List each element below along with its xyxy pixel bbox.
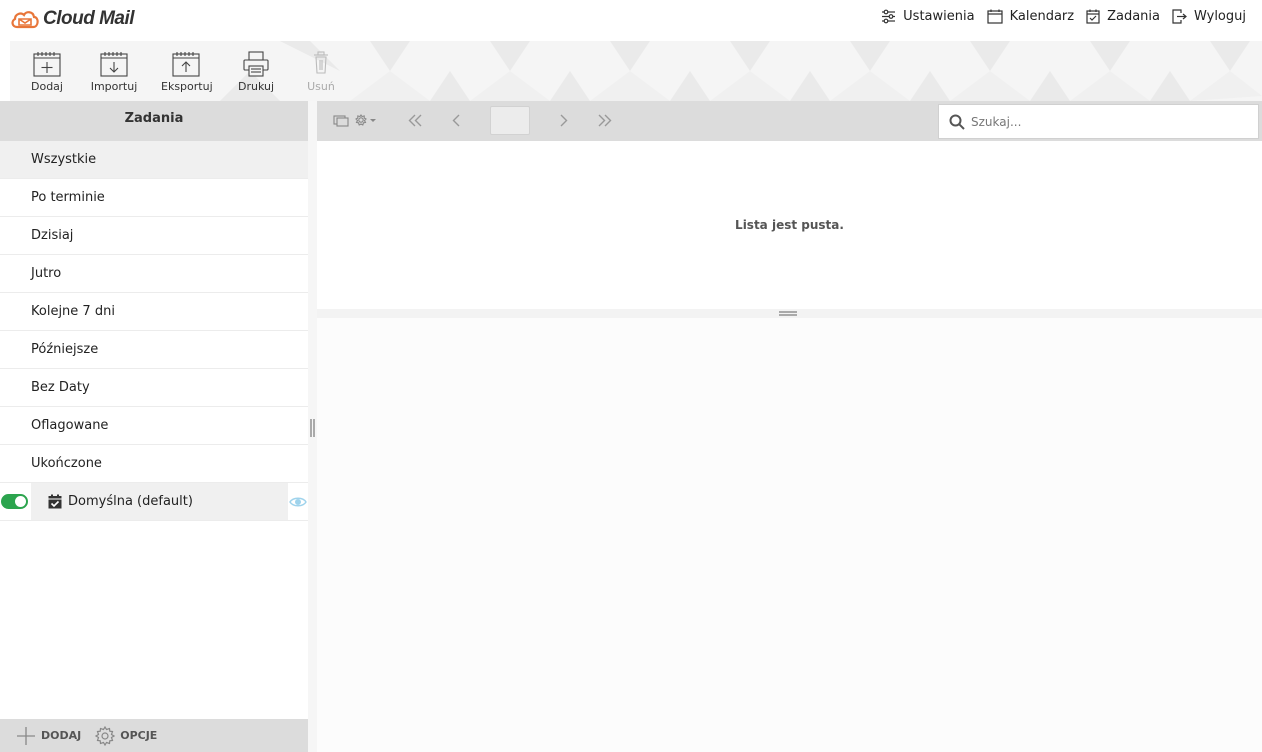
app-logo[interactable]: Cloud Mail [10,8,135,30]
add-button[interactable]: Dodaj [22,51,72,93]
folder-all[interactable]: Wszystkie [0,141,308,179]
previous-page-icon[interactable] [452,114,460,127]
sidebar-title: Zadania [0,101,308,141]
folder-no-date[interactable]: Bez Daty [0,369,308,407]
plus-icon [17,726,35,745]
task-list-toggle[interactable] [1,494,28,509]
last-page-icon[interactable] [598,114,612,127]
task-calendar-icon [1086,9,1100,24]
logo-text: Cloud Mail [43,8,135,29]
sidebar-footer: DODAJ OPCJE [0,719,308,752]
nav-logout[interactable]: Wyloguj [1172,9,1246,24]
add-list-label: DODAJ [41,729,82,742]
list-options-menu-icon[interactable] [333,113,379,127]
folder-later[interactable]: Późniejsze [0,331,308,369]
gear-icon [95,725,116,746]
vertical-splitter[interactable] [308,101,317,752]
nav-logout-label: Wyloguj [1194,9,1246,24]
printer-icon [243,51,269,77]
visibility-eye-icon[interactable] [288,483,308,520]
import-icon [100,52,128,77]
top-navigation: Ustawienia Kalendarz Zadania Wyloguj [869,9,1246,24]
nav-calendar[interactable]: Kalendarz [986,9,1075,24]
task-list-pane: Lista jest pusta. [317,141,1262,309]
page-number-input[interactable] [490,106,530,135]
options-label: OPCJE [120,729,158,742]
delete-button[interactable]: Usuń [296,51,346,93]
cloud-mail-logo-icon [11,11,39,29]
task-detail-pane [317,318,1262,752]
folder-overdue[interactable]: Po terminie [0,179,308,217]
empty-list-message: Lista jest pusta. [735,218,844,232]
search-icon [949,114,965,130]
horizontal-splitter-handle[interactable] [779,311,797,316]
trash-icon [314,51,328,74]
task-list-icon [48,494,62,509]
folder-flagged[interactable]: Oflagowane [0,407,308,445]
export-button-label: Eksportuj [161,80,213,93]
add-calendar-icon [33,52,61,77]
vertical-splitter-handle[interactable] [310,419,315,437]
options-button[interactable]: OPCJE [95,725,158,746]
nav-settings-label: Ustawienia [903,9,975,24]
main-toolbar: Dodaj Importuj Eksportuj Drukuj Usuń [10,41,1262,101]
export-button[interactable]: Eksportuj [161,51,213,93]
nav-tasks-label: Zadania [1107,9,1160,24]
task-list-row: Domyślna (default) [0,483,308,521]
add-list-button[interactable]: DODAJ [16,726,81,746]
horizontal-splitter[interactable] [317,309,1262,318]
export-icon [172,52,200,77]
delete-button-label: Usuń [307,80,335,93]
folder-next-7-days[interactable]: Kolejne 7 dni [0,293,308,331]
search-input[interactable] [971,114,1241,129]
nav-tasks[interactable]: Zadania [1086,9,1160,24]
print-button-label: Drukuj [237,80,275,93]
sliders-icon [882,9,896,24]
folder-today[interactable]: Dzisiaj [0,217,308,255]
import-button[interactable]: Importuj [89,51,139,93]
task-list-default[interactable]: Domyślna (default) [31,483,288,520]
nav-calendar-label: Kalendarz [1009,9,1075,24]
add-button-label: Dodaj [31,80,63,93]
logout-icon [1172,9,1187,24]
next-page-icon[interactable] [560,114,568,127]
nav-settings[interactable]: Ustawienia [881,9,975,24]
app-header: Cloud Mail Ustawienia Kalendarz Zadania … [0,0,1262,40]
calendar-icon [986,9,1003,24]
list-toolbar [317,101,1262,141]
print-button[interactable]: Drukuj [231,51,281,93]
search-box [938,104,1259,139]
task-list-name: Domyślna (default) [68,494,193,509]
import-button-label: Importuj [90,80,138,93]
folder-completed[interactable]: Ukończone [0,445,308,483]
tasks-sidebar: Zadania Wszystkie Po terminie Dzisiaj Ju… [0,101,308,752]
folder-tomorrow[interactable]: Jutro [0,255,308,293]
first-page-icon[interactable] [408,114,422,127]
